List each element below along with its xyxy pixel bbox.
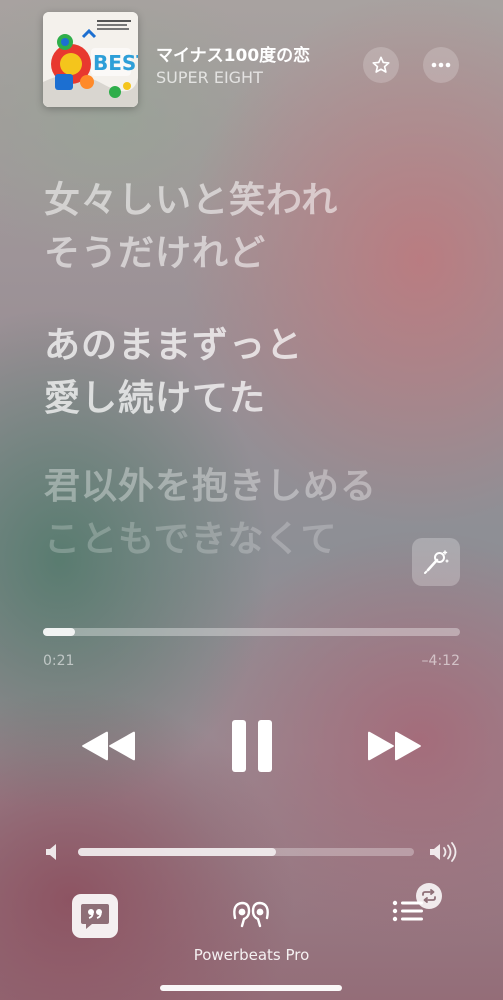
output-device-button[interactable]: [230, 898, 272, 932]
album-art[interactable]: BEST: [43, 12, 138, 107]
pause-icon: [232, 720, 272, 772]
lyric-line[interactable]: 女々しいと笑われ: [44, 174, 338, 227]
home-indicator[interactable]: [160, 985, 342, 991]
volume-slider[interactable]: [78, 848, 414, 856]
speaker-high-icon: [430, 842, 457, 862]
favorite-button[interactable]: [363, 47, 399, 83]
rewind-button[interactable]: [80, 726, 138, 766]
speaker-low-icon: [46, 844, 56, 860]
lyric-line-current[interactable]: あのままずっと: [44, 319, 303, 372]
sing-mode-button[interactable]: [412, 538, 460, 586]
elapsed-time: 0:21: [43, 653, 75, 669]
lyrics-button[interactable]: [72, 894, 118, 938]
fast-forward-icon: [368, 731, 421, 761]
star-icon: [372, 56, 390, 73]
lyric-line[interactable]: 君以外を抱きしめる: [44, 460, 377, 513]
earbuds-icon: [233, 901, 269, 928]
volume-level-fill: [78, 848, 277, 856]
playback-progress-fill: [43, 628, 76, 636]
lyric-line-current[interactable]: 愛し続けてた: [44, 372, 266, 425]
pause-button[interactable]: [228, 718, 276, 774]
album-cover-icon: BEST: [43, 12, 138, 107]
volume-high-indicator: [429, 842, 459, 866]
lyric-line[interactable]: こともできなくて: [44, 513, 337, 566]
ellipsis-icon: [431, 62, 451, 68]
rewind-icon: [82, 731, 135, 761]
song-title[interactable]: マイナス100度の恋: [156, 41, 310, 66]
artist-name[interactable]: SUPER EIGHT: [156, 68, 263, 87]
album-cover-text: BEST: [93, 51, 138, 75]
more-options-button[interactable]: [423, 47, 459, 83]
lyric-line[interactable]: そうだけれど: [44, 227, 266, 280]
quote-bubble-icon: [81, 904, 109, 929]
remaining-time: –4:12: [421, 653, 460, 669]
volume-low-indicator: [44, 843, 60, 865]
output-device-name: Powerbeats Pro: [193, 946, 310, 964]
playback-scrubber[interactable]: [43, 628, 460, 636]
repeat-icon: [422, 889, 436, 903]
microphone-sparkle-icon: [424, 550, 449, 574]
repeat-indicator: [416, 883, 442, 909]
fast-forward-button[interactable]: [365, 726, 423, 766]
